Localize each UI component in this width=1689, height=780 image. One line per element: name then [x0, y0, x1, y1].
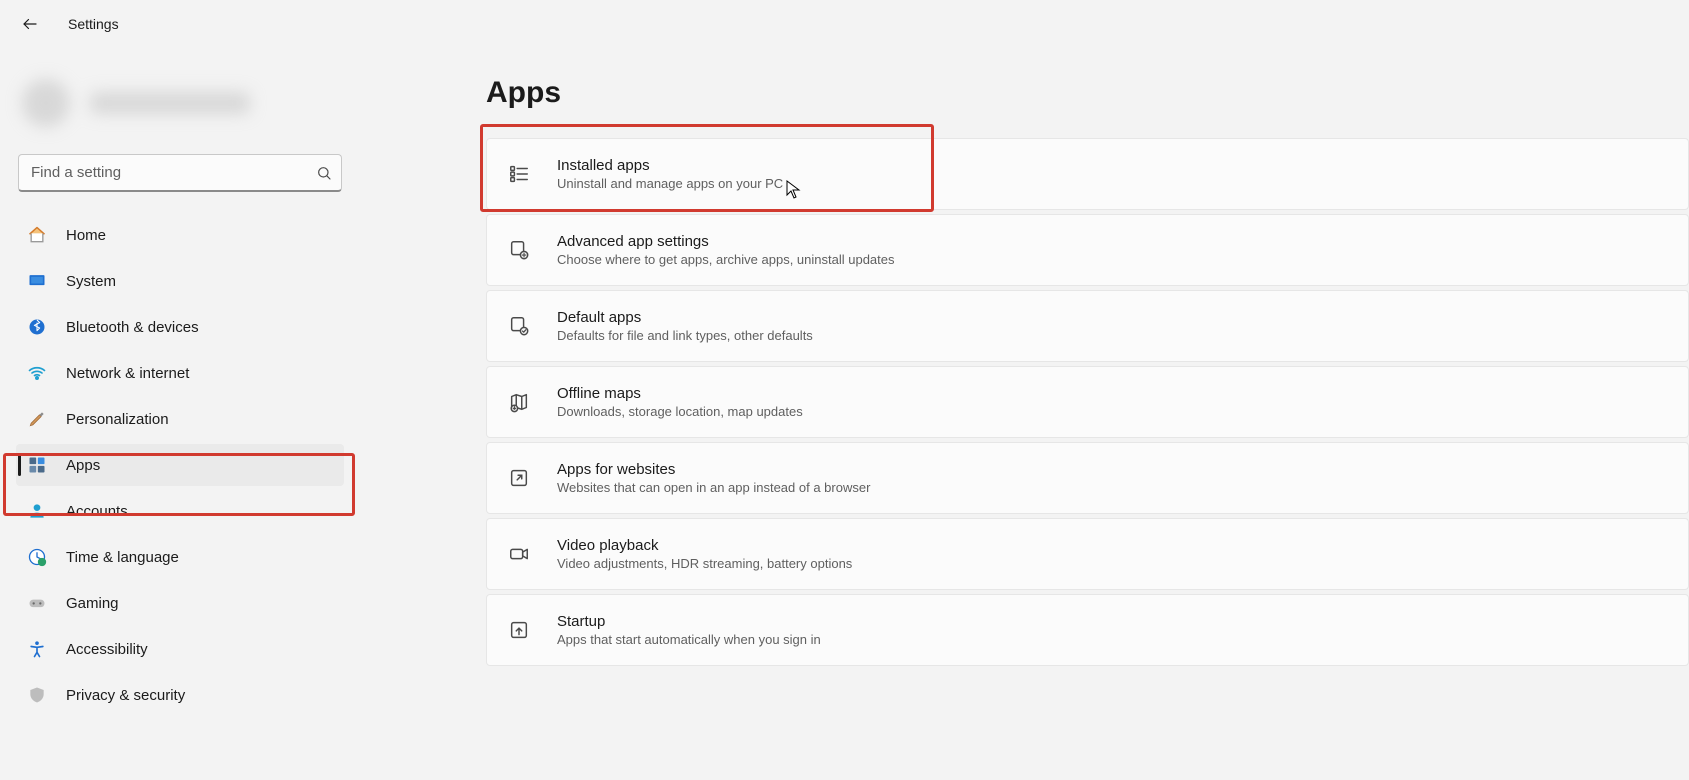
sidebar-item-network[interactable]: Network & internet	[16, 352, 344, 394]
sidebar-item-apps[interactable]: Apps	[16, 444, 344, 486]
sidebar-item-label: Apps	[66, 457, 100, 474]
arrow-left-icon	[21, 15, 39, 33]
accessibility-icon	[26, 638, 48, 660]
app-settings-icon	[507, 238, 531, 262]
card-title: Offline maps	[557, 385, 803, 402]
card-startup[interactable]: Startup Apps that start automatically wh…	[486, 594, 1689, 666]
sidebar: Home System Bluetooth & devices	[0, 48, 360, 780]
card-title: Apps for websites	[557, 461, 870, 478]
card-offline-maps[interactable]: Offline maps Downloads, storage location…	[486, 366, 1689, 438]
sidebar-item-label: Bluetooth & devices	[66, 319, 199, 336]
home-icon	[26, 224, 48, 246]
paintbrush-icon	[26, 408, 48, 430]
apps-icon	[26, 454, 48, 476]
card-subtitle: Choose where to get apps, archive apps, …	[557, 252, 895, 267]
sidebar-item-bluetooth[interactable]: Bluetooth & devices	[16, 306, 344, 348]
sidebar-item-home[interactable]: Home	[16, 214, 344, 256]
back-button[interactable]	[12, 6, 48, 42]
open-external-icon	[507, 466, 531, 490]
search-icon[interactable]	[316, 165, 332, 181]
sidebar-item-label: Home	[66, 227, 106, 244]
card-default-apps[interactable]: Default apps Defaults for file and link …	[486, 290, 1689, 362]
sidebar-item-label: Gaming	[66, 595, 119, 612]
video-icon	[507, 542, 531, 566]
account-name-blurred	[90, 92, 250, 114]
window-title: Settings	[68, 16, 119, 32]
sidebar-item-personalization[interactable]: Personalization	[16, 398, 344, 440]
card-title: Advanced app settings	[557, 233, 895, 250]
wifi-icon	[26, 362, 48, 384]
card-apps-for-websites[interactable]: Apps for websites Websites that can open…	[486, 442, 1689, 514]
sidebar-item-privacy[interactable]: Privacy & security	[16, 674, 344, 716]
map-download-icon	[507, 390, 531, 414]
list-icon	[507, 162, 531, 186]
card-subtitle: Video adjustments, HDR streaming, batter…	[557, 556, 852, 571]
card-title: Installed apps	[557, 157, 783, 174]
sidebar-nav: Home System Bluetooth & devices	[16, 214, 344, 716]
card-subtitle: Apps that start automatically when you s…	[557, 632, 821, 647]
sidebar-item-label: System	[66, 273, 116, 290]
card-advanced-app-settings[interactable]: Advanced app settings Choose where to ge…	[486, 214, 1689, 286]
sidebar-item-label: Privacy & security	[66, 687, 185, 704]
card-title: Startup	[557, 613, 821, 630]
sidebar-item-accounts[interactable]: Accounts	[16, 490, 344, 532]
avatar	[22, 79, 70, 127]
person-icon	[26, 500, 48, 522]
default-apps-icon	[507, 314, 531, 338]
bluetooth-icon	[26, 316, 48, 338]
sidebar-item-label: Time & language	[66, 549, 179, 566]
shield-icon	[26, 684, 48, 706]
content-area: Apps Installed apps Uninstall and manage…	[360, 48, 1689, 780]
clock-globe-icon	[26, 546, 48, 568]
sidebar-item-label: Accessibility	[66, 641, 148, 658]
titlebar: Settings	[0, 0, 1689, 48]
page-title: Apps	[486, 76, 1689, 110]
card-video-playback[interactable]: Video playback Video adjustments, HDR st…	[486, 518, 1689, 590]
settings-card-list: Installed apps Uninstall and manage apps…	[486, 138, 1689, 666]
startup-icon	[507, 618, 531, 642]
card-title: Default apps	[557, 309, 813, 326]
sidebar-item-time[interactable]: Time & language	[16, 536, 344, 578]
card-subtitle: Downloads, storage location, map updates	[557, 404, 803, 419]
card-subtitle: Uninstall and manage apps on your PC	[557, 176, 783, 191]
card-title: Video playback	[557, 537, 852, 554]
account-header-blurred	[22, 66, 344, 140]
sidebar-item-gaming[interactable]: Gaming	[16, 582, 344, 624]
search-container	[18, 154, 342, 192]
sidebar-item-label: Accounts	[66, 503, 128, 520]
gamepad-icon	[26, 592, 48, 614]
system-icon	[26, 270, 48, 292]
sidebar-item-label: Personalization	[66, 411, 169, 428]
card-subtitle: Websites that can open in an app instead…	[557, 480, 870, 495]
sidebar-item-label: Network & internet	[66, 365, 189, 382]
card-subtitle: Defaults for file and link types, other …	[557, 328, 813, 343]
sidebar-item-system[interactable]: System	[16, 260, 344, 302]
card-installed-apps[interactable]: Installed apps Uninstall and manage apps…	[486, 138, 1689, 210]
sidebar-item-accessibility[interactable]: Accessibility	[16, 628, 344, 670]
search-input[interactable]	[18, 154, 342, 192]
